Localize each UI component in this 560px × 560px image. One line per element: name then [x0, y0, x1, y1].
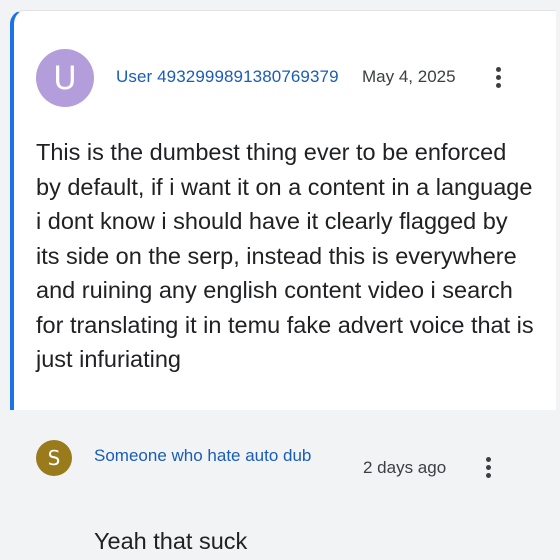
- avatar[interactable]: S: [36, 440, 72, 476]
- reply: S Someone who hate auto dub 2 days ago Y…: [20, 412, 560, 560]
- reply-date: 2 days ago: [363, 458, 447, 477]
- post-date: May 4, 2025: [362, 67, 456, 86]
- reply-author-link[interactable]: Someone who hate auto dub: [94, 446, 311, 466]
- reply-body: Yeah that suck: [94, 528, 248, 554]
- more-vert-icon[interactable]: [496, 67, 502, 91]
- original-post: U User 4932999891380769379 May 4, 2025 T…: [10, 10, 556, 410]
- post-header: U User 4932999891380769379 May 4, 2025: [36, 49, 556, 109]
- avatar[interactable]: U: [36, 49, 94, 107]
- more-vert-icon[interactable]: [486, 457, 492, 481]
- discussion-thread: U User 4932999891380769379 May 4, 2025 T…: [0, 0, 560, 560]
- post-body: This is the dumbest thing ever to be enf…: [36, 139, 534, 372]
- post-author-link[interactable]: User 4932999891380769379: [116, 67, 339, 87]
